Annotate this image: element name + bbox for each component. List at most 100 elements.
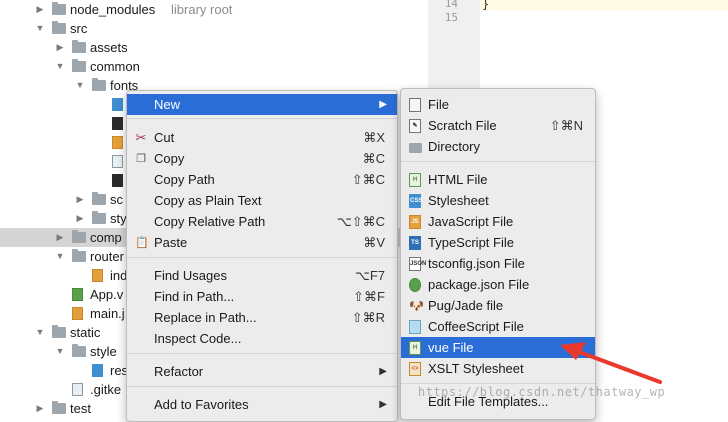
context-menu: New ▶ ✂ Cut ⌘X ❐ Copy ⌘C Copy Path ⇧⌘C C… [126,90,398,422]
folder-icon [52,2,66,15]
watermark: https://blog.csdn.net/thatway_wp [418,385,666,399]
menu-separator [127,257,397,258]
folder-icon [72,59,86,72]
coffeescript-file-icon [409,320,421,334]
expanded-arrow-icon[interactable]: ▼ [35,19,45,38]
annotation-arrow-icon [560,342,662,384]
collapsed-arrow-icon[interactable]: ▶ [55,38,65,57]
line-number: 14 [444,0,458,10]
menu-item-refactor[interactable]: Refactor ▶ [127,361,397,382]
js-file-icon [72,307,83,320]
menu-item-copy-path[interactable]: Copy Path ⇧⌘C [127,169,397,190]
tree-row-label: common [90,59,140,74]
expanded-arrow-icon[interactable]: ▼ [75,76,85,95]
submenu-item-pug-jade-file[interactable]: 🐶 Pug/Jade file [401,295,595,316]
tree-row-label: static [70,325,101,340]
file-icon [409,98,421,112]
js-file-icon [112,136,123,149]
term-file-icon [112,117,123,130]
doc-file-icon [72,383,83,396]
tree-row-label: test [70,401,91,415]
submenu-item-tsconfig-file[interactable]: JSON tsconfig.json File [401,253,595,274]
menu-item-cut[interactable]: ✂ Cut ⌘X [127,127,397,148]
tree-row-label: node_modules [70,2,156,17]
copy-icon: ❐ [136,153,146,165]
submenu-arrow-icon: ▶ [379,399,387,410]
menu-item-copy-plain-text[interactable]: Copy as Plain Text [127,190,397,211]
paste-icon: 📋 [135,237,149,249]
submenu-item-typescript-file[interactable]: TS TypeScript File [401,232,595,253]
folder-icon [52,401,66,414]
submenu-arrow-icon: ▶ [379,99,387,110]
menu-item-new[interactable]: New ▶ [127,94,397,115]
js-file-icon [92,269,103,282]
doc-file-icon [112,155,123,168]
tree-row-label: .gitke [90,382,122,397]
submenu-item-html-file[interactable]: H HTML File [401,169,595,190]
tree-row-label: main.j [90,306,125,321]
menu-item-add-to-favorites[interactable]: Add to Favorites ▶ [127,394,397,415]
menu-item-find-usages[interactable]: Find Usages ⌥F7 [127,265,397,286]
expanded-arrow-icon[interactable]: ▼ [55,247,65,266]
submenu-arrow-icon: ▶ [379,366,387,377]
collapsed-arrow-icon[interactable]: ▶ [75,190,85,209]
folder-icon [72,40,86,53]
xslt-file-icon: <> [409,362,421,376]
current-line-highlight [480,0,728,10]
css-file-icon: CSS [409,194,422,208]
library-root-hint: library root [171,2,233,17]
expanded-arrow-icon[interactable]: ▼ [55,342,65,361]
tree-row-label: comp [90,230,122,245]
folder-icon [52,325,66,338]
menu-separator [127,386,397,387]
folder-icon [409,140,422,154]
tree-row-label: App.v [90,287,124,302]
tree-row[interactable]: ▶ assets [0,38,428,57]
code-text: } [482,0,490,11]
menu-item-copy-relative-path[interactable]: Copy Relative Path ⌥⇧⌘C [127,211,397,232]
javascript-file-icon: JS [409,215,421,229]
tree-row-label: ind [110,268,128,283]
json-file-icon: JSON [409,257,426,271]
submenu-item-directory[interactable]: Directory [401,136,595,157]
line-number: 15 [444,11,458,24]
css-file-icon [92,364,103,377]
vue-file-icon [72,288,83,301]
collapsed-arrow-icon[interactable]: ▶ [35,399,45,415]
menu-separator [127,353,397,354]
expanded-arrow-icon[interactable]: ▼ [55,57,65,76]
collapsed-arrow-icon[interactable]: ▶ [55,228,65,247]
pug-icon: 🐶 [409,299,424,313]
scissors-icon: ✂ [135,130,147,145]
menu-item-replace-in-path[interactable]: Replace in Path... ⇧⌘R [127,307,397,328]
typescript-file-icon: TS [409,236,421,250]
menu-item-find-in-path[interactable]: Find in Path... ⇧⌘F [127,286,397,307]
submenu-item-stylesheet[interactable]: CSS Stylesheet [401,190,595,211]
tree-row[interactable]: ▼ src [0,19,428,38]
folder-icon [92,192,106,205]
tree-row[interactable]: ▼ common [0,57,428,76]
folder-icon [92,78,106,91]
submenu-item-javascript-file[interactable]: JS JavaScript File [401,211,595,232]
submenu-item-package-json-file[interactable]: package.json File [401,274,595,295]
submenu-item-coffeescript-file[interactable]: CoffeeScript File [401,316,595,337]
folder-icon [92,211,106,224]
menu-item-paste[interactable]: 📋 Paste ⌘V [127,232,397,253]
submenu-item-scratch-file[interactable]: ✎ Scratch File ⇧⌘N [401,115,595,136]
folder-icon [52,21,66,34]
package-json-icon [409,278,421,292]
tree-row-label: sc [110,192,123,207]
tree-row-label: style [90,344,117,359]
tree-row-label: src [70,21,88,36]
tree-row-label: sty [110,211,127,226]
collapsed-arrow-icon[interactable]: ▶ [35,0,45,19]
term-file-icon [112,174,123,187]
folder-icon [72,249,86,262]
expanded-arrow-icon[interactable]: ▼ [35,323,45,342]
collapsed-arrow-icon[interactable]: ▶ [75,209,85,228]
tree-row-label: router [90,249,124,264]
menu-item-copy[interactable]: ❐ Copy ⌘C [127,148,397,169]
tree-row[interactable]: ▶ node_modules library root [0,0,428,19]
submenu-item-file[interactable]: File [401,94,595,115]
menu-item-inspect-code[interactable]: Inspect Code... [127,328,397,349]
